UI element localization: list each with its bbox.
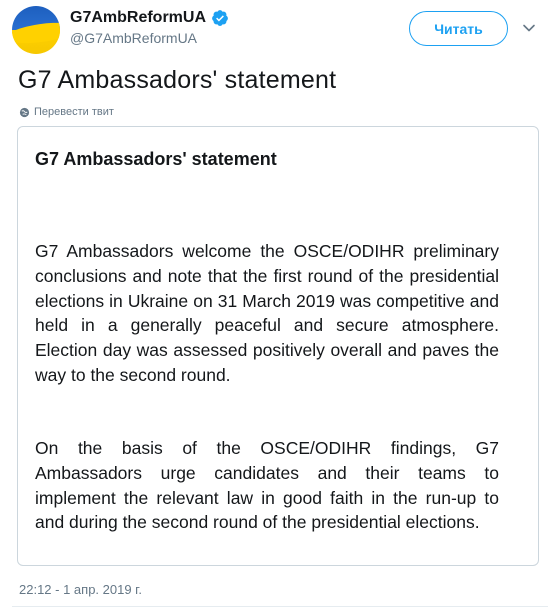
globe-icon xyxy=(19,107,30,117)
divider xyxy=(12,606,548,607)
statement-paragraph-2: On the basis of the OSCE/ODIHR findings,… xyxy=(35,438,499,533)
tweet-timestamp[interactable]: 22:12 - 1 апр. 2019 г. xyxy=(19,582,142,597)
tweet-text: G7 Ambassadors' statement xyxy=(18,66,337,94)
translate-tweet-link[interactable]: Перевести твит xyxy=(19,106,114,118)
author-handle[interactable]: @G7AmbReformUA xyxy=(70,30,229,46)
author-display-name-row[interactable]: G7AmbReformUA xyxy=(70,9,229,27)
author-display-name[interactable]: G7AmbReformUA xyxy=(70,9,206,27)
avatar[interactable] xyxy=(12,6,60,54)
author-block: G7AmbReformUA @G7AmbReformUA xyxy=(70,9,229,46)
chevron-down-icon[interactable] xyxy=(522,21,536,35)
tweet: G7AmbReformUA @G7AmbReformUA Читать G7 A… xyxy=(0,0,560,610)
statement-title: G7 Ambassadors' statement xyxy=(35,149,277,169)
flag-wave xyxy=(12,19,60,47)
statement-paragraph-1: G7 Ambassadors welcome the OSCE/ODIHR pr… xyxy=(35,241,499,385)
follow-button[interactable]: Читать xyxy=(409,11,508,46)
verified-icon xyxy=(212,10,228,26)
translate-label[interactable]: Перевести твит xyxy=(34,106,114,118)
statement-image[interactable]: G7 Ambassadors' statement G7 Ambassadors… xyxy=(17,126,539,566)
